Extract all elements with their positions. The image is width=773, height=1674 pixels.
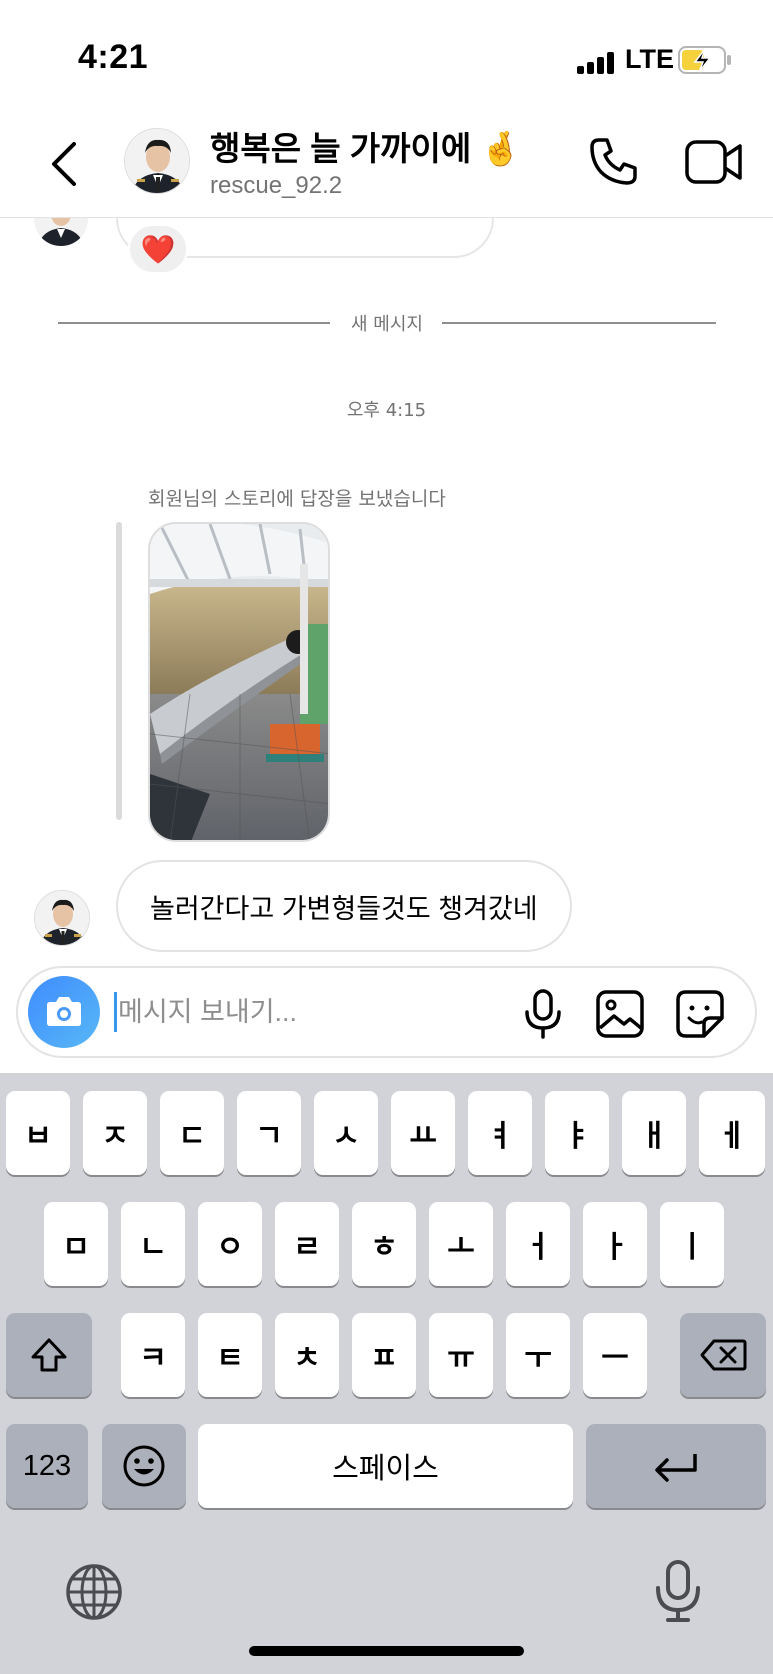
key[interactable]: ㅁ (44, 1202, 108, 1286)
key[interactable]: ㅇ (198, 1202, 262, 1286)
return-key[interactable] (586, 1424, 766, 1508)
key[interactable]: ㄱ (237, 1091, 301, 1175)
key[interactable]: ㅅ (314, 1091, 378, 1175)
key[interactable]: ㅠ (429, 1313, 493, 1397)
delete-key[interactable] (680, 1313, 766, 1397)
key[interactable]: ㅋ (121, 1313, 185, 1397)
key[interactable]: ㅈ (83, 1091, 147, 1175)
key[interactable]: ㅛ (391, 1091, 455, 1175)
key[interactable]: ㄹ (275, 1202, 339, 1286)
microphone-icon[interactable] (518, 988, 568, 1040)
heart-icon: ❤️ (140, 232, 176, 266)
chat-header: 행복은 늘 가까이에 🤞 rescue_92.2 (0, 110, 773, 218)
key[interactable]: ㅔ (699, 1091, 765, 1175)
sticker-icon[interactable] (674, 988, 726, 1040)
chat-username[interactable]: rescue_92.2 (210, 172, 342, 200)
back-arrow-icon[interactable] (40, 134, 90, 194)
text-cursor (114, 992, 117, 1032)
phone-icon[interactable] (585, 134, 641, 190)
gallery-icon[interactable] (594, 988, 646, 1040)
key[interactable]: ㅂ (6, 1091, 70, 1175)
key[interactable]: ㅍ (352, 1313, 416, 1397)
numbers-key[interactable]: 123 (6, 1424, 88, 1508)
camera-icon (47, 997, 81, 1026)
key[interactable]: ㅡ (583, 1313, 647, 1397)
key[interactable]: ㅏ (583, 1202, 647, 1286)
status-time: 4:21 (78, 38, 149, 76)
message-composer (16, 966, 757, 1058)
shift-icon (31, 1338, 67, 1372)
globe-icon[interactable] (64, 1562, 124, 1622)
return-icon (655, 1454, 697, 1482)
key[interactable]: ㅐ (622, 1091, 686, 1175)
status-bar: 4:21 LTE (0, 0, 773, 110)
key[interactable]: ㅓ (506, 1202, 570, 1286)
battery-charging-icon (678, 46, 731, 74)
story-reply-label: 회원님의 스토리에 답장을 보냈습니다 (148, 488, 446, 510)
key[interactable]: ㅑ (545, 1091, 609, 1175)
message-bubble[interactable]: 놀러간다고 가변형들것도 챙겨갔네 (116, 860, 572, 952)
new-messages-label: 새 메시지 (351, 314, 423, 335)
heart-reaction[interactable]: ❤️ (128, 224, 188, 274)
message-input[interactable] (118, 988, 498, 1036)
avatar[interactable] (34, 890, 90, 946)
korean-keyboard: ㅂ ㅈ ㄷ ㄱ ㅅ ㅛ ㅕ ㅑ ㅐ ㅔ ㅁ ㄴ ㅇ ㄹ ㅎ ㅗ ㅓ ㅏ ㅣ ㅋ … (0, 1073, 773, 1674)
emoji-icon (123, 1445, 165, 1487)
signal-icon (577, 52, 617, 74)
home-indicator[interactable] (249, 1646, 524, 1656)
key[interactable]: ㅜ (506, 1313, 570, 1397)
key[interactable]: ㅊ (275, 1313, 339, 1397)
message-thread[interactable]: ❤️ 새 메시지 오후 4:15 회원님의 스토리에 답장을 보냈습니다 놀러간… (0, 218, 773, 963)
avatar[interactable] (124, 128, 190, 194)
key[interactable]: ㅎ (352, 1202, 416, 1286)
emoji-key[interactable] (102, 1424, 186, 1508)
network-type: LTE (625, 44, 674, 74)
key[interactable]: ㅕ (468, 1091, 532, 1175)
camera-button[interactable] (28, 976, 100, 1048)
key[interactable]: ㅣ (660, 1202, 724, 1286)
story-thumbnail[interactable] (148, 522, 330, 842)
message-timestamp: 오후 4:15 (346, 400, 427, 421)
dictation-microphone-icon[interactable] (652, 1558, 704, 1624)
space-key[interactable]: 스페이스 (198, 1424, 573, 1508)
story-reply-line (116, 522, 122, 820)
backspace-icon (700, 1339, 747, 1371)
avatar (34, 218, 88, 246)
key[interactable]: ㄴ (121, 1202, 185, 1286)
key[interactable]: ㄷ (160, 1091, 224, 1175)
new-messages-divider: 새 메시지 (58, 310, 716, 335)
shift-key[interactable] (6, 1313, 92, 1397)
key[interactable]: ㅌ (198, 1313, 262, 1397)
video-camera-icon[interactable] (684, 136, 744, 188)
chat-display-name[interactable]: 행복은 늘 가까이에 🤞 (210, 122, 521, 170)
key[interactable]: ㅗ (429, 1202, 493, 1286)
